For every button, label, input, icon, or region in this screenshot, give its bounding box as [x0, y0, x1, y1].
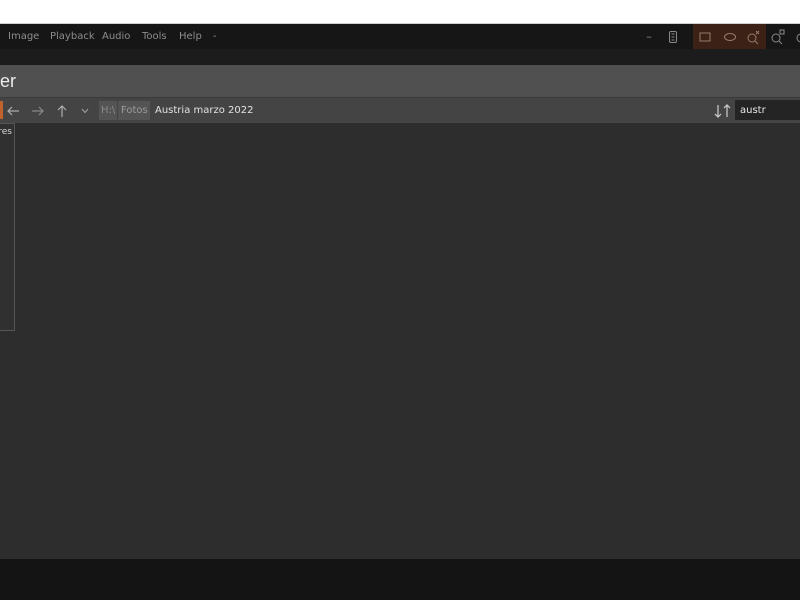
- menu-tools[interactable]: Tools: [142, 24, 167, 49]
- fullscreen-icon[interactable]: [719, 24, 741, 49]
- minimize-icon[interactable]: –: [638, 24, 660, 49]
- menu-separator: [0, 49, 800, 65]
- browser-toolbar: H:\ Fotos Austria marzo 2022: [0, 97, 800, 123]
- status-bar: [0, 559, 800, 600]
- window-icon[interactable]: [694, 24, 716, 49]
- menu-audio[interactable]: Audio: [102, 24, 130, 49]
- panel-title: wser: [0, 71, 17, 91]
- menu-playback[interactable]: Playback: [50, 24, 95, 49]
- panel-header: wser: [0, 65, 800, 97]
- search-zoom-icon[interactable]: [790, 24, 800, 49]
- app-window: Image Playback Audio Tools Help - – er H…: [0, 24, 800, 600]
- search-input[interactable]: [735, 100, 800, 120]
- up-arrow-icon[interactable]: [52, 98, 72, 123]
- side-popup-label: res: [0, 127, 12, 137]
- side-popup[interactable]: res: [0, 123, 15, 331]
- chevron-down-icon[interactable]: [75, 98, 95, 123]
- menu-help[interactable]: Help: [179, 24, 202, 49]
- forward-arrow-icon[interactable]: [28, 98, 48, 123]
- back-arrow-icon[interactable]: [3, 98, 23, 123]
- sidebar-icon[interactable]: [662, 24, 684, 49]
- breadcrumb-folder[interactable]: Fotos: [121, 98, 148, 123]
- browser-panel: wser H:\ Fotos Austria marzo 2022: [0, 65, 800, 559]
- top-strip: [0, 0, 800, 24]
- file-list-area[interactable]: res: [0, 123, 800, 559]
- sort-icon[interactable]: [712, 98, 734, 123]
- breadcrumb-current[interactable]: Austria marzo 2022: [155, 98, 253, 123]
- zoom-fit-icon[interactable]: [742, 24, 764, 49]
- menu-bar: Image Playback Audio Tools Help - –: [0, 24, 800, 49]
- menu-image[interactable]: Image: [8, 24, 39, 49]
- menu-more[interactable]: -: [213, 24, 217, 49]
- zoom-icon[interactable]: [767, 24, 789, 49]
- breadcrumb-drive[interactable]: H:\: [101, 98, 115, 123]
